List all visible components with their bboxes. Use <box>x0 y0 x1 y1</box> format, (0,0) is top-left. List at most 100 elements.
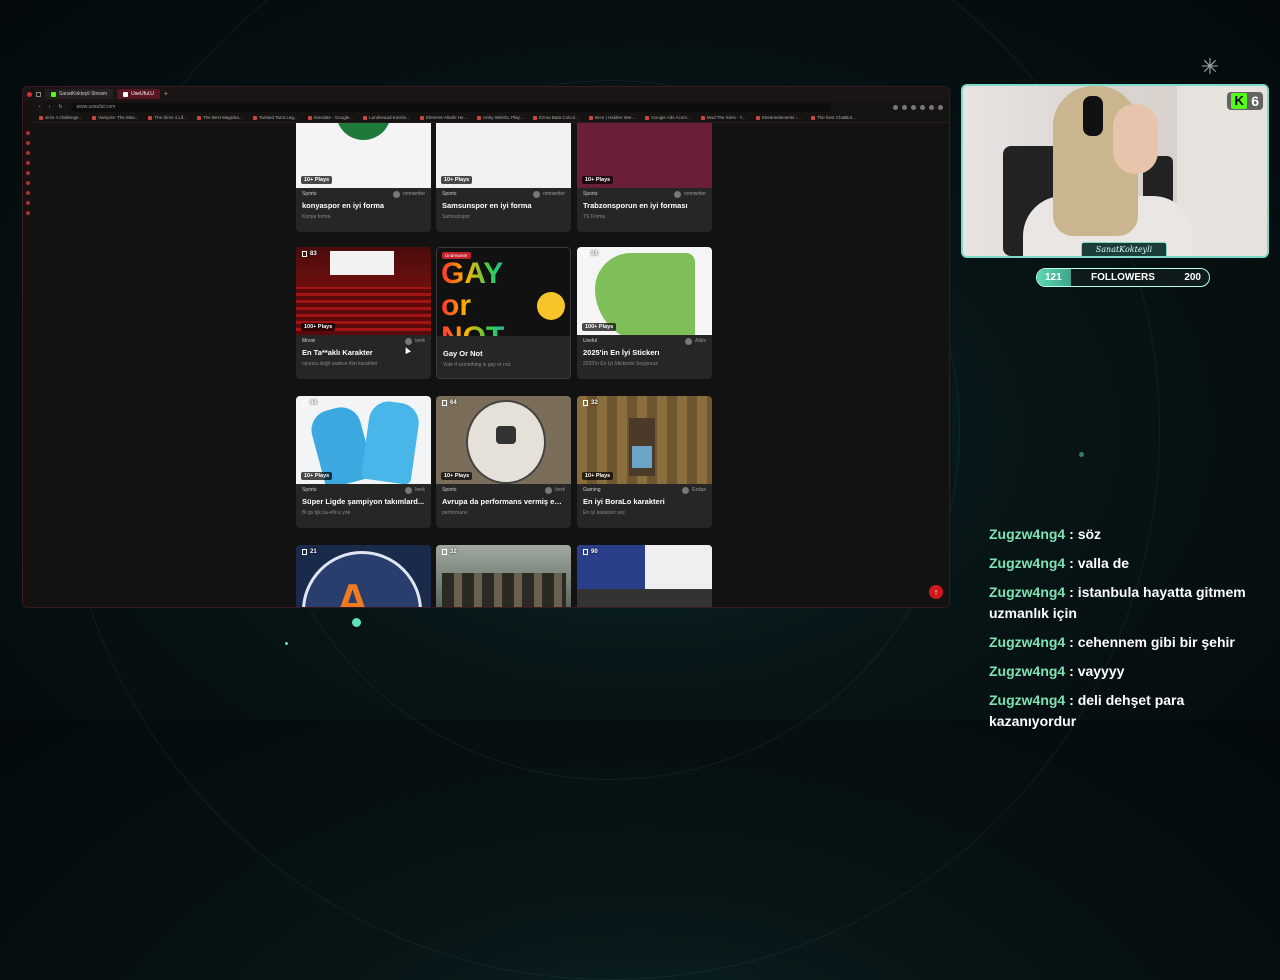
bookmark-item[interactable]: Twisted Tarot Leg... <box>252 115 298 120</box>
tab-stream[interactable]: SanatKokteyli Stream <box>45 89 114 99</box>
sidebar-icon[interactable] <box>26 141 30 145</box>
chat-message: Zugzw4ng4 : valla de <box>989 555 1130 571</box>
quiz-thumbnail[interactable]: 24 100+ Plays <box>577 247 712 335</box>
quiz-thumbnail[interactable]: 44 10+ Plays <box>296 396 431 484</box>
quiz-card[interactable]: 64 10+ Plays Sports berk Avrupa da performan… <box>436 396 571 528</box>
quiz-thumbnail[interactable]: A21100+ Plays <box>296 545 431 607</box>
url-input[interactable]: www.useuful.com <box>70 102 831 112</box>
card-title[interactable]: Samsunspor en iyi forma <box>436 201 571 210</box>
category-label: Sports <box>442 191 457 197</box>
author[interactable]: berk <box>405 486 425 494</box>
card-description: Konya forma <box>302 214 331 220</box>
bookmark-item[interactable]: Streamelements -... <box>755 115 801 120</box>
badge: Undreamer <box>442 252 471 259</box>
quiz-card[interactable]: 83 100+ Plays Movie berk En Ta**aklı Karakte… <box>296 247 431 379</box>
quiz-thumbnail[interactable]: 196510+ Plays <box>436 123 571 188</box>
bookmark-item[interactable]: Unity WebGL Play... <box>477 115 523 120</box>
plays-badge: 10+ Plays <box>441 176 473 184</box>
quiz-card[interactable]: 44 10+ Plays Sports berk Süper Ligde şampiyo… <box>296 396 431 528</box>
back-icon[interactable]: ‹ <box>39 104 41 110</box>
new-tab-button[interactable]: + <box>164 91 168 98</box>
sidebar-icon[interactable] <box>26 161 30 165</box>
quiz-card[interactable]: 192210+ Plays Sports omnwriter konyaspor en… <box>296 123 431 232</box>
quiz-thumbnail[interactable]: 10+ Plays <box>577 123 712 188</box>
question-count: 32 <box>583 400 598 406</box>
card-title[interactable]: 2025'in En İyi Stickerı <box>577 348 712 357</box>
author[interactable]: berk <box>405 337 425 345</box>
card-title[interactable]: Süper Ligde şampiyon takımlard... <box>296 497 431 506</box>
card-meta: Sports omnwriter <box>436 188 571 200</box>
bookmark-item[interactable]: The best ChatBot... <box>810 115 856 120</box>
quiz-thumbnail[interactable]: 192210+ Plays <box>296 123 431 188</box>
bookmark-item[interactable]: The Best Magicka... <box>196 115 243 120</box>
chat-username[interactable]: Zugzw4ng4 <box>989 692 1065 708</box>
card-description: Samsunspor <box>442 214 471 220</box>
chat-username[interactable]: Zugzw4ng4 <box>989 584 1065 600</box>
chat-username[interactable]: Zugzw4ng4 <box>989 634 1065 650</box>
question-icon <box>302 400 307 406</box>
quiz-thumbnail[interactable]: 32100+ Plays <box>436 545 571 607</box>
bookmark-item[interactable]: Ezma Bata Colcol... <box>533 115 579 120</box>
chat-username[interactable]: Zugzw4ng4 <box>989 555 1065 571</box>
reload-icon[interactable]: ↻ <box>58 104 62 110</box>
chat-username[interactable]: Zugzw4ng4 <box>989 526 1065 542</box>
extension-icons[interactable] <box>893 104 949 110</box>
workspaces-icon[interactable] <box>36 91 41 97</box>
quiz-thumbnail[interactable]: 83 100+ Plays <box>296 247 431 335</box>
quiz-card[interactable]: 32 10+ Plays Gaming Ezdax En iyi BoraLo kara… <box>577 396 712 528</box>
sidebar-icon[interactable] <box>26 211 30 215</box>
quiz-thumbnail[interactable]: 32 10+ Plays <box>577 396 712 484</box>
author[interactable]: omnwriter <box>674 190 706 198</box>
chat-username[interactable]: Zugzw4ng4 <box>989 663 1065 679</box>
avatar <box>393 190 401 198</box>
bookmark-item[interactable]: sims 4 challenge... <box>39 115 82 120</box>
bookmark-item[interactable]: Element-Altarik He... <box>419 115 467 120</box>
card-title[interactable]: Avrupa da performans vermiş en... <box>436 497 571 506</box>
bookmark-item[interactable]: Google Ads Acom... <box>645 115 691 120</box>
quiz-card[interactable]: 32100+ PlaysMovieCzax <box>436 545 571 607</box>
plays-badge: 10+ Plays <box>301 472 333 480</box>
bookmark-item[interactable]: Mod The Sims - T... <box>700 115 746 120</box>
sidebar-icon[interactable] <box>26 171 30 175</box>
author[interactable]: Ezdax <box>682 486 706 494</box>
quiz-card[interactable]: 196510+ Plays Sports omnwriter Samsunspor e… <box>436 123 571 232</box>
quiz-thumbnail[interactable]: GAY or NOTUndreamer <box>437 248 570 336</box>
bookmark-item[interactable]: translate - Google... <box>307 115 353 120</box>
bookmark-icon <box>477 115 482 120</box>
bookmark-item[interactable]: The Sims 4 Lif... <box>148 115 187 120</box>
sidebar-icon[interactable] <box>26 151 30 155</box>
card-meta: Sports omnwriter <box>296 188 431 200</box>
card-title[interactable]: En iyi BoraLo karakteri <box>577 497 712 506</box>
sidebar-icon[interactable] <box>26 131 30 135</box>
quiz-thumbnail[interactable]: 90100+ Plays <box>577 545 712 607</box>
tab-useuful[interactable]: UseUful.U <box>117 89 160 99</box>
question-icon <box>442 549 447 555</box>
quiz-card[interactable]: GAY or NOTUndreamer Gay Or Not Vote if som… <box>436 247 571 379</box>
quiz-card[interactable]: 10+ Plays Sports omnwriter Trabzonsporun en… <box>577 123 712 232</box>
sidebar-icon[interactable] <box>26 181 30 185</box>
author[interactable]: berk <box>545 486 565 494</box>
quiz-thumbnail[interactable]: 64 10+ Plays <box>436 396 571 484</box>
avatar <box>405 486 413 494</box>
card-title[interactable]: En Ta**aklı Karakter <box>296 348 431 357</box>
sidebar-icon[interactable] <box>26 201 30 205</box>
card-title[interactable]: konyaspor en iyi forma <box>296 201 431 210</box>
bookmark-item[interactable]: Vampire: The Mas... <box>92 115 138 120</box>
quiz-card[interactable]: 90100+ PlaysMusicYTR42 <box>577 545 712 607</box>
chat-message: Zugzw4ng4 : söz <box>989 526 1102 542</box>
card-title[interactable]: Trabzonsporun en iyi forması <box>577 201 712 210</box>
bookmark-item[interactable]: Iscre | Hidden Wor... <box>588 115 635 120</box>
scroll-top-button[interactable]: ↑ <box>929 585 943 599</box>
category-label: Sports <box>302 191 317 197</box>
quiz-card[interactable]: 24 100+ Plays Useful Albis 2025'in En İyi St… <box>577 247 712 379</box>
forward-icon[interactable]: › <box>49 104 51 110</box>
card-title[interactable]: Gay Or Not <box>437 349 570 358</box>
author[interactable]: Albis <box>685 337 706 345</box>
sidebar-icon[interactable] <box>26 191 30 195</box>
author[interactable]: omnwriter <box>393 190 425 198</box>
question-count: 83 <box>302 251 317 257</box>
category-label: Sports <box>583 191 598 197</box>
quiz-card[interactable]: A21100+ Playsetctawyrcevd21 <box>296 545 431 607</box>
author[interactable]: omnwriter <box>533 190 565 198</box>
bookmark-item[interactable]: Landseaad-trackin... <box>363 115 410 120</box>
